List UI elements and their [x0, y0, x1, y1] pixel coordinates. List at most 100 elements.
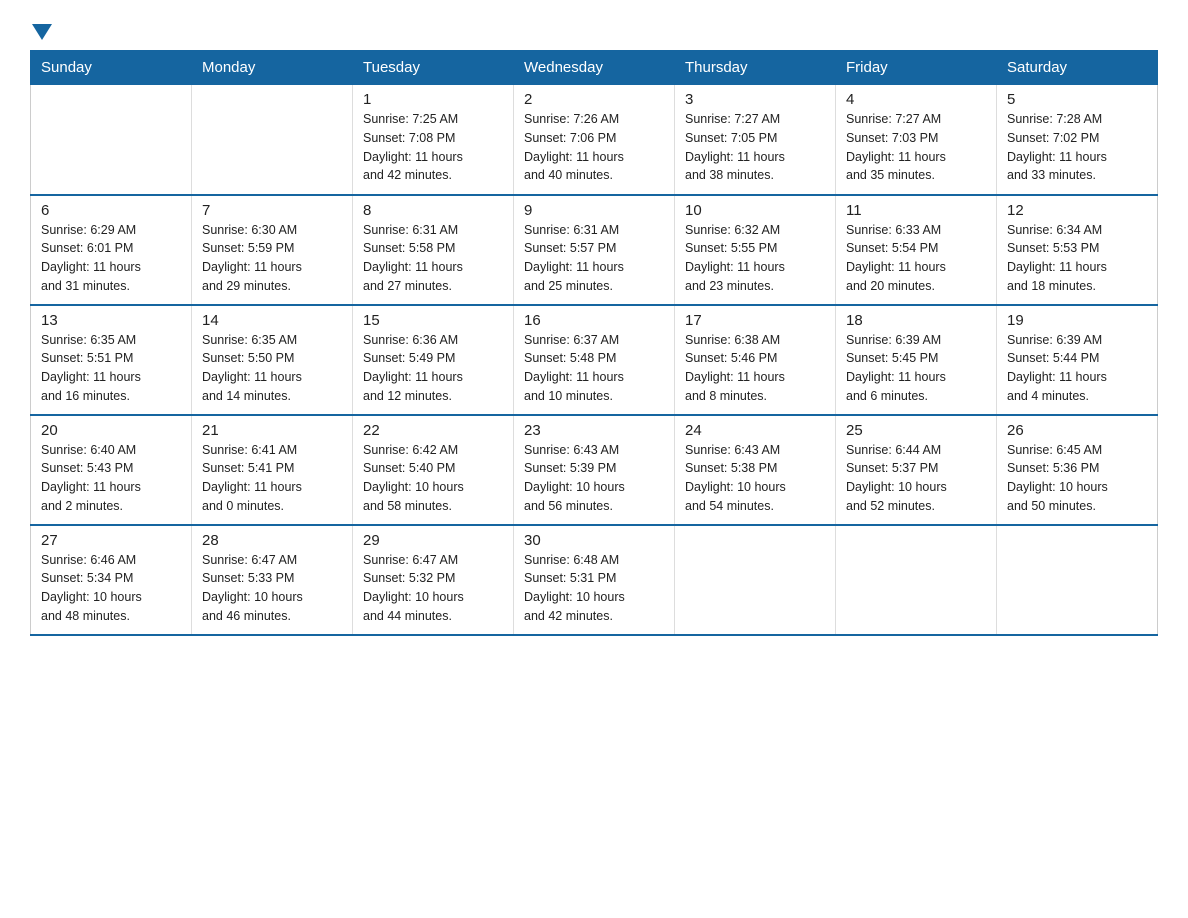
- day-info: Sunrise: 6:36 AM Sunset: 5:49 PM Dayligh…: [363, 331, 503, 406]
- logo: [30, 20, 52, 40]
- calendar-cell: 6 Sunrise: 6:29 AM Sunset: 6:01 PM Daylig…: [31, 195, 192, 305]
- day-info: Sunrise: 6:33 AM Sunset: 5:54 PM Dayligh…: [846, 221, 986, 296]
- day-info: Sunrise: 6:43 AM Sunset: 5:38 PM Dayligh…: [685, 441, 825, 516]
- calendar-cell: 10 Sunrise: 6:32 AM Sunset: 5:55 PM Dayli…: [675, 195, 836, 305]
- day-info: Sunrise: 7:28 AM Sunset: 7:02 PM Dayligh…: [1007, 110, 1147, 185]
- week-row-2: 6 Sunrise: 6:29 AM Sunset: 6:01 PM Daylig…: [31, 195, 1158, 305]
- day-number: 13: [41, 312, 181, 329]
- day-info: Sunrise: 6:31 AM Sunset: 5:58 PM Dayligh…: [363, 221, 503, 296]
- calendar-cell: 17 Sunrise: 6:38 AM Sunset: 5:46 PM Dayli…: [675, 305, 836, 415]
- calendar-cell: 5Sunrise: 7:28 AM Sunset: 7:02 PM Daylig…: [997, 85, 1158, 195]
- day-info: Sunrise: 6:39 AM Sunset: 5:45 PM Dayligh…: [846, 331, 986, 406]
- day-number: 24: [685, 422, 825, 439]
- page-header: [30, 20, 1158, 40]
- calendar-body: 1Sunrise: 7:25 AM Sunset: 7:08 PM Daylig…: [31, 85, 1158, 635]
- day-info: Sunrise: 6:48 AM Sunset: 5:31 PM Dayligh…: [524, 551, 664, 626]
- day-info: Sunrise: 6:43 AM Sunset: 5:39 PM Dayligh…: [524, 441, 664, 516]
- week-row-1: 1Sunrise: 7:25 AM Sunset: 7:08 PM Daylig…: [31, 85, 1158, 195]
- header-thursday: Thursday: [675, 51, 836, 85]
- day-number: 22: [363, 422, 503, 439]
- day-info: Sunrise: 6:30 AM Sunset: 5:59 PM Dayligh…: [202, 221, 342, 296]
- day-number: 29: [363, 532, 503, 549]
- calendar-cell: [31, 85, 192, 195]
- calendar-cell: [836, 525, 997, 635]
- day-info: Sunrise: 6:32 AM Sunset: 5:55 PM Dayligh…: [685, 221, 825, 296]
- calendar-cell: 13 Sunrise: 6:35 AM Sunset: 5:51 PM Dayli…: [31, 305, 192, 415]
- header-saturday: Saturday: [997, 51, 1158, 85]
- calendar-cell: 30 Sunrise: 6:48 AM Sunset: 5:31 PM Dayli…: [514, 525, 675, 635]
- day-number: 28: [202, 532, 342, 549]
- calendar-cell: 16 Sunrise: 6:37 AM Sunset: 5:48 PM Dayli…: [514, 305, 675, 415]
- calendar-cell: 8 Sunrise: 6:31 AM Sunset: 5:58 PM Daylig…: [353, 195, 514, 305]
- day-number: 4: [846, 91, 986, 108]
- calendar-cell: 20 Sunrise: 6:40 AM Sunset: 5:43 PM Dayli…: [31, 415, 192, 525]
- day-info: Sunrise: 6:35 AM Sunset: 5:51 PM Dayligh…: [41, 331, 181, 406]
- calendar-cell: 15 Sunrise: 6:36 AM Sunset: 5:49 PM Dayli…: [353, 305, 514, 415]
- calendar-cell: [997, 525, 1158, 635]
- calendar-cell: 27 Sunrise: 6:46 AM Sunset: 5:34 PM Dayli…: [31, 525, 192, 635]
- day-info: Sunrise: 6:47 AM Sunset: 5:32 PM Dayligh…: [363, 551, 503, 626]
- calendar-cell: 11 Sunrise: 6:33 AM Sunset: 5:54 PM Dayli…: [836, 195, 997, 305]
- day-number: 17: [685, 312, 825, 329]
- day-number: 18: [846, 312, 986, 329]
- calendar-cell: 29 Sunrise: 6:47 AM Sunset: 5:32 PM Dayli…: [353, 525, 514, 635]
- calendar-cell: 7 Sunrise: 6:30 AM Sunset: 5:59 PM Daylig…: [192, 195, 353, 305]
- day-number: 11: [846, 202, 986, 219]
- day-number: 14: [202, 312, 342, 329]
- day-info: Sunrise: 6:31 AM Sunset: 5:57 PM Dayligh…: [524, 221, 664, 296]
- day-info: Sunrise: 6:39 AM Sunset: 5:44 PM Dayligh…: [1007, 331, 1147, 406]
- calendar-table: SundayMondayTuesdayWednesdayThursdayFrid…: [30, 50, 1158, 636]
- day-number: 27: [41, 532, 181, 549]
- day-info: Sunrise: 6:38 AM Sunset: 5:46 PM Dayligh…: [685, 331, 825, 406]
- day-number: 30: [524, 532, 664, 549]
- calendar-cell: 1Sunrise: 7:25 AM Sunset: 7:08 PM Daylig…: [353, 85, 514, 195]
- calendar-cell: 14 Sunrise: 6:35 AM Sunset: 5:50 PM Dayli…: [192, 305, 353, 415]
- day-info: Sunrise: 6:45 AM Sunset: 5:36 PM Dayligh…: [1007, 441, 1147, 516]
- calendar-cell: 3 Sunrise: 7:27 AM Sunset: 7:05 PM Daylig…: [675, 85, 836, 195]
- week-row-5: 27 Sunrise: 6:46 AM Sunset: 5:34 PM Dayli…: [31, 525, 1158, 635]
- calendar-cell: 12Sunrise: 6:34 AM Sunset: 5:53 PM Dayli…: [997, 195, 1158, 305]
- calendar-cell: 28 Sunrise: 6:47 AM Sunset: 5:33 PM Dayli…: [192, 525, 353, 635]
- header-friday: Friday: [836, 51, 997, 85]
- calendar-cell: 26 Sunrise: 6:45 AM Sunset: 5:36 PM Dayli…: [997, 415, 1158, 525]
- header-wednesday: Wednesday: [514, 51, 675, 85]
- calendar-cell: 18 Sunrise: 6:39 AM Sunset: 5:45 PM Dayli…: [836, 305, 997, 415]
- calendar-cell: [192, 85, 353, 195]
- header-tuesday: Tuesday: [353, 51, 514, 85]
- calendar-cell: 21Sunrise: 6:41 AM Sunset: 5:41 PM Dayli…: [192, 415, 353, 525]
- day-info: Sunrise: 6:37 AM Sunset: 5:48 PM Dayligh…: [524, 331, 664, 406]
- day-number: 15: [363, 312, 503, 329]
- day-info: Sunrise: 7:27 AM Sunset: 7:05 PM Dayligh…: [685, 110, 825, 185]
- day-number: 23: [524, 422, 664, 439]
- week-row-3: 13 Sunrise: 6:35 AM Sunset: 5:51 PM Dayli…: [31, 305, 1158, 415]
- day-info: Sunrise: 7:25 AM Sunset: 7:08 PM Dayligh…: [363, 110, 503, 185]
- calendar-cell: 2Sunrise: 7:26 AM Sunset: 7:06 PM Daylig…: [514, 85, 675, 195]
- calendar-cell: 24 Sunrise: 6:43 AM Sunset: 5:38 PM Dayli…: [675, 415, 836, 525]
- day-number: 6: [41, 202, 181, 219]
- day-number: 26: [1007, 422, 1147, 439]
- day-info: Sunrise: 6:46 AM Sunset: 5:34 PM Dayligh…: [41, 551, 181, 626]
- day-number: 3: [685, 91, 825, 108]
- day-number: 19: [1007, 312, 1147, 329]
- day-number: 7: [202, 202, 342, 219]
- calendar-cell: 4 Sunrise: 7:27 AM Sunset: 7:03 PM Daylig…: [836, 85, 997, 195]
- week-row-4: 20 Sunrise: 6:40 AM Sunset: 5:43 PM Dayli…: [31, 415, 1158, 525]
- calendar-cell: 19 Sunrise: 6:39 AM Sunset: 5:44 PM Dayli…: [997, 305, 1158, 415]
- calendar-cell: 25Sunrise: 6:44 AM Sunset: 5:37 PM Dayli…: [836, 415, 997, 525]
- day-number: 8: [363, 202, 503, 219]
- day-number: 20: [41, 422, 181, 439]
- day-info: Sunrise: 6:35 AM Sunset: 5:50 PM Dayligh…: [202, 331, 342, 406]
- day-info: Sunrise: 6:47 AM Sunset: 5:33 PM Dayligh…: [202, 551, 342, 626]
- calendar-cell: 22 Sunrise: 6:42 AM Sunset: 5:40 PM Dayli…: [353, 415, 514, 525]
- day-number: 10: [685, 202, 825, 219]
- day-info: Sunrise: 6:40 AM Sunset: 5:43 PM Dayligh…: [41, 441, 181, 516]
- day-info: Sunrise: 6:42 AM Sunset: 5:40 PM Dayligh…: [363, 441, 503, 516]
- day-number: 21: [202, 422, 342, 439]
- days-of-week-row: SundayMondayTuesdayWednesdayThursdayFrid…: [31, 51, 1158, 85]
- day-number: 12: [1007, 202, 1147, 219]
- day-info: Sunrise: 6:29 AM Sunset: 6:01 PM Dayligh…: [41, 221, 181, 296]
- day-number: 16: [524, 312, 664, 329]
- day-number: 25: [846, 422, 986, 439]
- day-info: Sunrise: 7:27 AM Sunset: 7:03 PM Dayligh…: [846, 110, 986, 185]
- calendar-cell: [675, 525, 836, 635]
